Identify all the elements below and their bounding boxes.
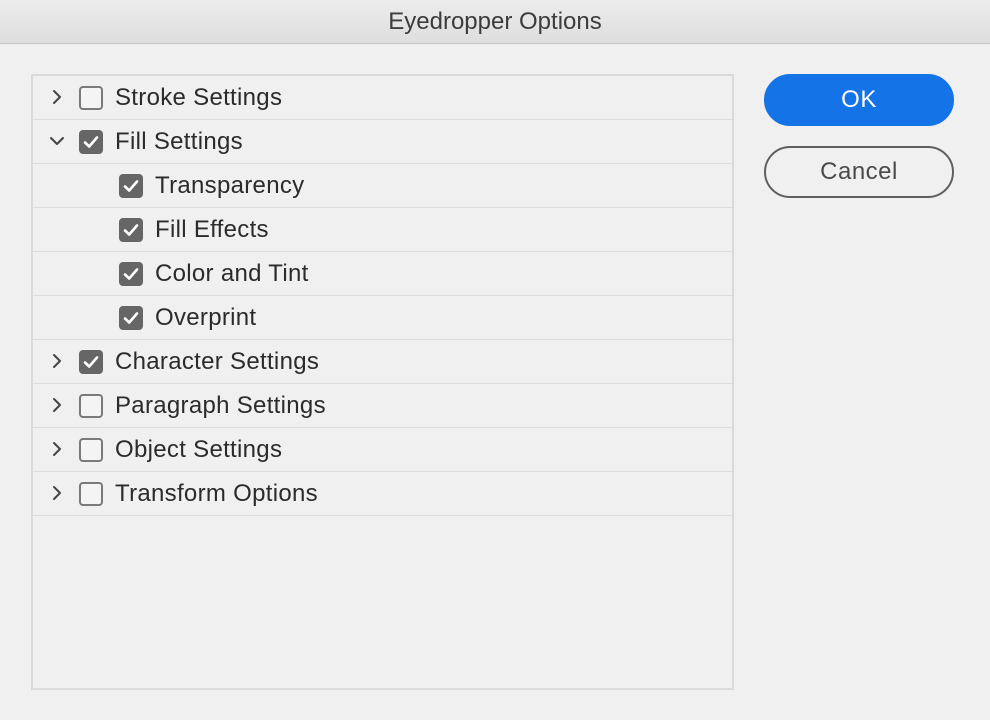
checkmark-icon <box>121 176 141 196</box>
tree-item-label: Fill Effects <box>155 216 269 243</box>
options-tree[interactable]: Stroke Settings Fill Settings Transparency… <box>31 74 734 690</box>
checkmark-icon <box>81 132 101 152</box>
chevron-right-icon[interactable] <box>46 86 68 108</box>
chevron-down-icon[interactable] <box>46 130 68 152</box>
tree-item-overprint[interactable]: Overprint <box>33 296 732 340</box>
tree-item-label: Color and Tint <box>155 260 309 287</box>
checkmark-icon <box>121 308 141 328</box>
checkmark-icon <box>121 264 141 284</box>
tree-item-color-and-tint[interactable]: Color and Tint <box>33 252 732 296</box>
window-title: Eyedropper Options <box>388 7 602 35</box>
cancel-button[interactable]: Cancel <box>764 146 954 198</box>
tree-item-transform-options[interactable]: Transform Options <box>33 472 732 516</box>
chevron-right-icon[interactable] <box>46 394 68 416</box>
checkbox-unchecked[interactable] <box>79 86 103 110</box>
checkbox-checked[interactable] <box>119 262 143 286</box>
checkmark-icon <box>81 352 101 372</box>
tree-item-label: Object Settings <box>115 436 283 463</box>
tree-item-stroke-settings[interactable]: Stroke Settings <box>33 76 732 120</box>
checkbox-checked[interactable] <box>119 306 143 330</box>
tree-item-label: Character Settings <box>115 348 320 375</box>
tree-item-paragraph-settings[interactable]: Paragraph Settings <box>33 384 732 428</box>
tree-item-fill-effects[interactable]: Fill Effects <box>33 208 732 252</box>
window-titlebar: Eyedropper Options <box>0 0 990 44</box>
checkbox-checked[interactable] <box>119 218 143 242</box>
tree-item-label: Paragraph Settings <box>115 392 326 419</box>
tree-item-label: Overprint <box>155 304 257 331</box>
checkbox-checked[interactable] <box>79 350 103 374</box>
checkbox-checked[interactable] <box>79 130 103 154</box>
chevron-right-icon[interactable] <box>46 482 68 504</box>
chevron-right-icon[interactable] <box>46 438 68 460</box>
ok-button[interactable]: OK <box>764 74 954 126</box>
tree-item-character-settings[interactable]: Character Settings <box>33 340 732 384</box>
tree-item-label: Stroke Settings <box>115 84 283 111</box>
tree-item-label: Transform Options <box>115 480 318 507</box>
tree-item-label: Transparency <box>155 172 305 199</box>
checkbox-checked[interactable] <box>119 174 143 198</box>
checkbox-unchecked[interactable] <box>79 482 103 506</box>
checkbox-unchecked[interactable] <box>79 438 103 462</box>
checkbox-unchecked[interactable] <box>79 394 103 418</box>
tree-item-object-settings[interactable]: Object Settings <box>33 428 732 472</box>
tree-item-fill-settings[interactable]: Fill Settings <box>33 120 732 164</box>
checkmark-icon <box>121 220 141 240</box>
tree-item-transparency[interactable]: Transparency <box>33 164 732 208</box>
chevron-right-icon[interactable] <box>46 350 68 372</box>
tree-item-label: Fill Settings <box>115 128 243 155</box>
